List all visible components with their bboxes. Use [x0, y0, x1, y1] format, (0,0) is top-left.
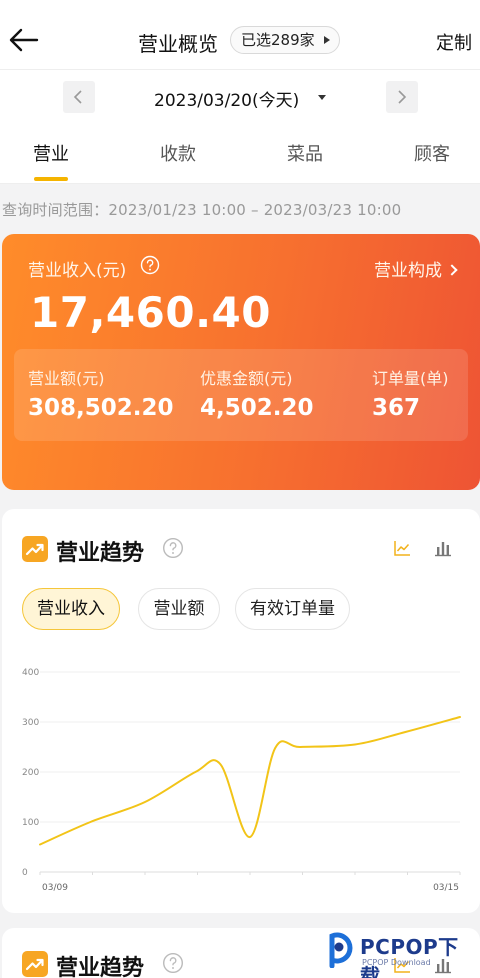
caret-down-icon[interactable] — [318, 95, 326, 100]
revenue-trend-chart: 0 100 200 300 400 03/09 03/15 — [22, 668, 461, 893]
revenue-label: 营业收入(元) — [28, 261, 127, 281]
previous-date-button[interactable] — [63, 81, 95, 113]
y-tick-label: 100 — [22, 818, 39, 828]
line-chart-icon[interactable] — [393, 539, 411, 557]
metric-label-orders: 订单量(单) — [372, 369, 449, 388]
metric-label-turnover: 营业额(元) — [28, 369, 105, 388]
tab-dishes[interactable]: 菜品 — [287, 140, 323, 166]
chevron-right-icon — [446, 264, 458, 276]
tab-payments[interactable]: 收款 — [160, 140, 196, 166]
metric-pill-revenue[interactable]: 营业收入 — [22, 588, 120, 630]
composition-link-label: 营业构成 — [374, 261, 442, 281]
tab-business[interactable]: 营业 — [33, 140, 69, 166]
caret-right-icon — [323, 36, 330, 44]
metric-pill-valid-orders[interactable]: 有效订单量 — [235, 588, 350, 630]
query-time-range: 查询时间范围：2023/01/23 10:00 – 2023/03/23 10:… — [2, 201, 402, 219]
metric-pill-turnover[interactable]: 营业额 — [138, 588, 220, 630]
date-picker[interactable]: 2023/03/20(今天) — [154, 86, 299, 111]
tab-customers[interactable]: 顾客 — [414, 140, 450, 166]
y-tick-label: 300 — [22, 718, 39, 728]
y-tick-label: 0 — [22, 868, 28, 878]
revenue-summary-card: 营业收入(元) 营业构成 17,460.40 营业额(元) 308,502.20… — [2, 234, 480, 490]
pcpop-logo-icon — [329, 932, 353, 968]
page-title: 营业概览 — [138, 32, 218, 56]
store-chip-label: 已选289家 — [241, 31, 315, 49]
x-tick-label: 03/15 — [433, 883, 459, 893]
revenue-series-line — [39, 716, 461, 846]
metric-value-orders: 367 — [372, 395, 421, 421]
date-bar: 2023/03/20(今天) — [0, 70, 480, 122]
chevron-right-icon — [398, 90, 407, 104]
trend-title: 营业趋势 — [56, 956, 145, 978]
top-bar: 营业概览 已选289家 定制 — [0, 0, 480, 70]
customize-button[interactable]: 定制 — [436, 29, 472, 55]
bar-chart-icon[interactable] — [434, 539, 452, 557]
active-tab-indicator — [34, 177, 68, 181]
y-tick-label: 200 — [22, 768, 39, 778]
watermark-text: PCPOP下载 — [360, 935, 459, 978]
trend-title: 营业趋势 — [56, 541, 145, 566]
back-arrow-icon[interactable] — [8, 24, 40, 56]
metric-value-turnover: 308,502.20 — [28, 395, 174, 421]
next-date-button[interactable] — [386, 81, 418, 113]
help-icon[interactable] — [162, 952, 184, 974]
metrics-panel: 营业额(元) 308,502.20 优惠金额(元) 4,502.20 订单量(单… — [14, 349, 468, 441]
revenue-value: 17,460.40 — [30, 288, 271, 337]
tab-bar: 营业 收款 菜品 顾客 — [0, 122, 480, 184]
y-tick-label: 400 — [22, 668, 39, 678]
x-tick-label: 03/09 — [42, 883, 68, 893]
metric-label-discount: 优惠金额(元) — [200, 369, 293, 388]
help-icon[interactable] — [162, 537, 184, 559]
trend-up-icon — [22, 951, 48, 977]
pcpop-watermark: PCPOP下载 PCPOP Download — [326, 926, 476, 978]
chevron-left-icon — [73, 90, 82, 104]
business-trend-card: 营业趋势 营业收入 营业额 有效订单量 0 100 200 300 400 03/09 03… — [2, 509, 480, 913]
metric-value-discount: 4,502.20 — [200, 395, 314, 421]
revenue-composition-link[interactable]: 营业构成 — [374, 256, 458, 281]
help-icon[interactable] — [140, 255, 160, 275]
watermark-subtext: PCPOP Download — [362, 958, 431, 967]
trend-up-icon — [22, 536, 48, 562]
store-selector-chip[interactable]: 已选289家 — [230, 26, 340, 54]
